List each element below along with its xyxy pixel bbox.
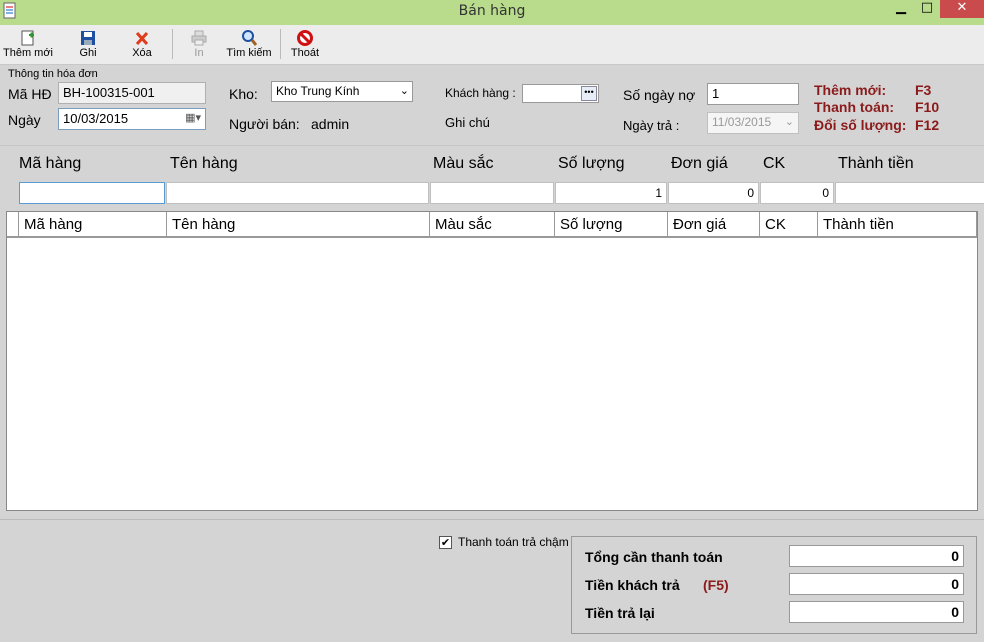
seller-value: admin — [311, 116, 350, 132]
warehouse-label: Kho: — [229, 86, 258, 102]
add-new-button[interactable]: Thêm mới — [2, 27, 54, 63]
maximize-button[interactable]: □ — [914, 0, 940, 18]
entry-header-total: Thành tiền — [838, 155, 914, 172]
entry-color-input[interactable] — [430, 182, 554, 204]
window-title: Bán hàng — [458, 3, 526, 19]
invoice-group-label: Thông tin hóa đơn — [8, 68, 98, 80]
minimize-button[interactable]: ▁ — [888, 0, 914, 18]
grid-col-color[interactable]: Màu sắc — [430, 212, 555, 238]
entry-name-input[interactable] — [166, 182, 429, 204]
magnifier-icon — [226, 29, 272, 47]
grid-row-header — [7, 212, 19, 238]
shortcut-pay-label: Thanh toán: — [814, 99, 895, 115]
customer-paid-label: Tiền khách trả — [585, 577, 680, 593]
debt-days-label: Số ngày nợ — [623, 87, 696, 103]
delete-label: Xóa — [132, 47, 152, 59]
customer-label: Khách hàng : — [445, 86, 516, 100]
entry-code-input[interactable] — [19, 182, 165, 204]
change-label: Tiền trả lại — [585, 605, 655, 621]
entry-header-code: Mã hàng — [19, 155, 82, 172]
stop-icon — [288, 29, 322, 47]
shortcut-qty-label: Đổi số lượng: — [814, 117, 907, 133]
entry-total-input[interactable] — [835, 182, 984, 204]
delete-x-icon — [126, 29, 158, 47]
calendar-icon[interactable]: ▦▾ — [185, 111, 201, 124]
invoice-code-field[interactable]: BH-100315-001 — [58, 82, 206, 104]
pay-date-picker[interactable]: 11/03/2015 ⌄ — [707, 112, 799, 134]
toolbar-separator — [280, 29, 281, 59]
entry-price-input[interactable]: 0 — [668, 182, 759, 204]
customer-paid-shortcut: (F5) — [703, 577, 729, 593]
printer-icon — [184, 29, 214, 47]
pay-date-label: Ngày trả : — [623, 118, 680, 133]
deferred-payment-label: Thanh toán trả chậm — [458, 535, 569, 549]
floppy-disk-icon — [72, 29, 104, 47]
total-due-value: 0 — [789, 545, 964, 567]
divider — [0, 145, 984, 146]
exit-label: Thoát — [290, 47, 320, 59]
total-due-label: Tổng cần thanh toán — [585, 549, 723, 565]
delete-button[interactable]: Xóa — [126, 27, 158, 63]
print-button[interactable]: In — [184, 27, 214, 63]
items-grid[interactable]: Mã hàng Tên hàng Màu sắc Số lượng Đơn gi… — [6, 211, 978, 511]
customer-paid-input[interactable]: 0 — [789, 573, 964, 595]
note-label: Ghi chú — [445, 115, 490, 130]
entry-header-color: Màu sắc — [433, 155, 494, 172]
change-value: 0 — [789, 601, 964, 623]
chevron-down-icon: ⌄ — [784, 116, 794, 128]
title-bar: Bán hàng ▁ □ ✕ — [0, 0, 984, 25]
save-button[interactable]: Ghi — [72, 27, 104, 63]
entry-qty-input[interactable]: 1 — [555, 182, 667, 204]
warehouse-value: Kho Trung Kính — [276, 84, 360, 98]
toolbar-separator — [172, 29, 173, 59]
pay-date-value: 11/03/2015 — [712, 115, 772, 129]
toolbar: Thêm mới Ghi Xóa In Tìm kiếm Thoát — [0, 25, 984, 65]
customer-field[interactable]: ••• — [522, 84, 599, 103]
exit-button[interactable]: Thoát — [288, 27, 322, 63]
entry-header-qty: Số lượng — [558, 155, 625, 172]
check-icon: ✔ — [440, 536, 451, 549]
shortcut-qty-key: F12 — [915, 117, 940, 133]
print-label: In — [194, 47, 204, 59]
grid-col-code[interactable]: Mã hàng — [19, 212, 167, 238]
chevron-down-icon: ⌄ — [399, 85, 409, 97]
grid-col-total[interactable]: Thành tiền — [818, 212, 977, 238]
entry-header-price: Đơn giá — [671, 155, 728, 172]
date-picker[interactable]: 10/03/2015 ▦▾ — [58, 108, 206, 130]
debt-days-field[interactable]: 1 — [707, 83, 799, 105]
grid-col-qty[interactable]: Số lượng — [555, 212, 668, 238]
browse-customer-button[interactable]: ••• — [581, 86, 597, 101]
grid-col-discount[interactable]: CK — [760, 212, 818, 238]
date-label: Ngày — [8, 112, 41, 128]
entry-header-name: Tên hàng — [170, 155, 238, 172]
seller-label: Người bán: — [229, 116, 300, 132]
add-new-label: Thêm mới — [3, 47, 53, 59]
grid-col-price[interactable]: Đơn giá — [668, 212, 760, 238]
save-label: Ghi — [79, 47, 97, 59]
date-value: 10/03/2015 — [63, 111, 129, 126]
shortcut-add-key: F3 — [915, 82, 932, 98]
entry-discount-input[interactable]: 0 — [760, 182, 834, 204]
deferred-payment-checkbox[interactable]: ✔ — [439, 536, 452, 549]
shortcut-add-label: Thêm mới: — [814, 82, 887, 98]
warehouse-select[interactable]: Kho Trung Kính ⌄ — [271, 81, 413, 102]
search-label: Tìm kiếm — [226, 47, 272, 59]
entry-header-discount: CK — [763, 155, 786, 172]
close-button[interactable]: ✕ — [940, 0, 984, 18]
invoice-code-label: Mã HĐ — [8, 86, 52, 102]
search-button[interactable]: Tìm kiếm — [226, 27, 272, 63]
grid-col-name[interactable]: Tên hàng — [167, 212, 430, 238]
add-document-icon — [2, 29, 54, 47]
shortcut-pay-key: F10 — [915, 99, 940, 115]
